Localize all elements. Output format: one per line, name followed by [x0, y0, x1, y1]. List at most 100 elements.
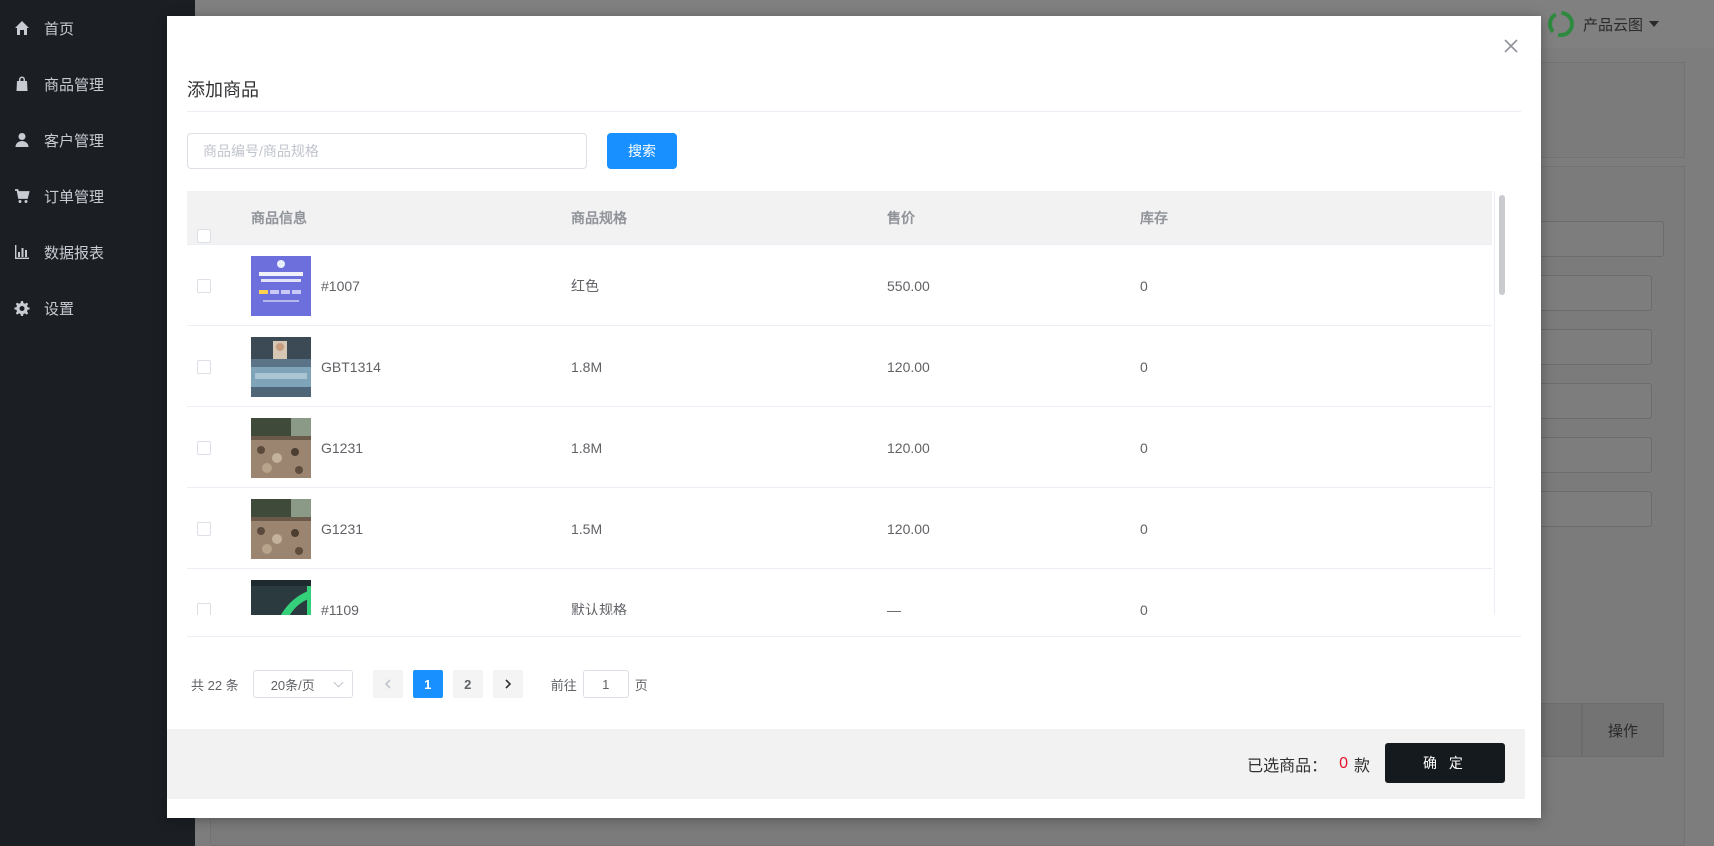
sidebar-item-orders[interactable]: 订单管理 [0, 168, 195, 224]
row-checkbox[interactable] [197, 569, 211, 615]
column-header-product-info[interactable]: 商品信息 [251, 191, 307, 245]
spec-cell: 1.8M [571, 439, 603, 456]
stock-cell: 0 [1140, 601, 1148, 616]
price-cell: 120.00 [887, 358, 930, 375]
price-cell: 120.00 [887, 439, 930, 456]
product-thumbnail[interactable] [251, 336, 311, 397]
column-header-spec[interactable]: 商品规格 [571, 191, 627, 245]
dialog-title: 添加商品 [187, 80, 259, 100]
user-menu[interactable]: 产品云图 [1547, 10, 1659, 38]
product-code: GBT1314 [321, 358, 381, 375]
sidebar: 首页 商品管理 客户管理 订单管理 数据报表 设置 [0, 0, 195, 846]
confirm-button[interactable]: 确 定 [1385, 743, 1505, 783]
search-input[interactable] [187, 133, 587, 169]
dialog-footer: 已选商品： 0 款 确 定 [167, 729, 1525, 799]
cart-icon [14, 188, 30, 204]
search-button[interactable]: 搜索 [607, 133, 677, 169]
chevron-down-icon [333, 677, 344, 687]
scrollbar-thumb[interactable] [1499, 195, 1505, 295]
row-checkbox[interactable] [197, 407, 211, 488]
table-row[interactable]: #1109 默认规格 — 0 [187, 569, 1492, 615]
bag-icon [14, 76, 30, 92]
product-table: 商品信息 商品规格 售价 库存 #1007 红色 550.00 0 GBT131… [187, 191, 1507, 615]
background-input [1532, 491, 1652, 527]
table-scrollbar[interactable] [1494, 191, 1507, 615]
sidebar-item-label: 订单管理 [44, 188, 105, 206]
product-thumbnail[interactable] [251, 498, 311, 559]
goto-suffix: 页 [634, 677, 648, 693]
prev-page-button[interactable] [372, 670, 403, 698]
select-all-checkbox[interactable] [197, 211, 211, 243]
product-thumbnail[interactable] [251, 255, 311, 316]
add-product-dialog: 添加商品 搜索 商品信息 商品规格 售价 库存 #1007 红色 [167, 16, 1541, 818]
table-row[interactable]: G1231 1.5M 120.00 0 [187, 488, 1492, 569]
goto-prefix: 前往 [550, 677, 577, 693]
stock-cell: 0 [1140, 439, 1148, 456]
column-header-stock[interactable]: 库存 [1140, 191, 1168, 245]
stock-cell: 0 [1140, 520, 1148, 537]
close-button[interactable] [1501, 36, 1521, 56]
background-input [1532, 437, 1652, 473]
price-cell: — [887, 601, 901, 616]
product-info-cell: #1109 [251, 569, 359, 615]
gear-icon [14, 300, 30, 316]
user-menu-label: 产品云图 [1582, 16, 1643, 34]
table-row[interactable]: #1007 红色 550.00 0 [187, 245, 1492, 326]
sidebar-item-label: 首页 [44, 20, 75, 38]
stock-cell: 0 [1140, 277, 1148, 294]
spec-cell: 1.5M [571, 520, 603, 537]
sidebar-item-customers[interactable]: 客户管理 [0, 112, 195, 168]
selected-summary: 已选商品： 0 款 [1247, 729, 1370, 799]
sidebar-item-label: 数据报表 [44, 244, 105, 262]
goto-page-input[interactable] [582, 670, 629, 698]
page-size-select[interactable]: 20条/页 [252, 670, 353, 698]
spec-cell: 1.8M [571, 358, 603, 375]
chevron-left-icon [384, 679, 391, 689]
sidebar-item-reports[interactable]: 数据报表 [0, 224, 195, 280]
background-input [1532, 383, 1652, 419]
column-header-price[interactable]: 售价 [887, 191, 915, 245]
selected-label: 已选商品： [1247, 758, 1328, 775]
sidebar-item-label: 客户管理 [44, 132, 105, 150]
table-body: #1007 红色 550.00 0 GBT1314 1.8M 120.00 0 [187, 245, 1492, 615]
spec-cell: 默认规格 [571, 601, 627, 616]
divider [187, 636, 1521, 637]
chart-icon [14, 244, 30, 260]
product-info-cell: GBT1314 [251, 326, 381, 407]
sidebar-item-home[interactable]: 首页 [0, 0, 195, 56]
goto-page: 前往 页 [551, 670, 648, 698]
table-header: 商品信息 商品规格 售价 库存 [187, 191, 1492, 245]
sidebar-item-label: 设置 [44, 300, 75, 318]
product-thumbnail[interactable] [251, 417, 311, 478]
background-input [1532, 329, 1652, 365]
pagination-total: 共 22 条 [191, 677, 239, 693]
page-button-1[interactable]: 1 [412, 670, 443, 698]
next-page-button[interactable] [492, 670, 523, 698]
background-input [1534, 221, 1664, 257]
close-icon [1504, 39, 1518, 53]
product-thumbnail[interactable] [251, 579, 311, 615]
product-info-cell: #1007 [251, 245, 360, 326]
row-checkbox[interactable] [197, 326, 211, 407]
sidebar-item-products[interactable]: 商品管理 [0, 56, 195, 112]
page-size-value: 20条/页 [270, 677, 315, 693]
product-code: G1231 [321, 439, 364, 456]
home-icon [14, 20, 30, 36]
spec-cell: 红色 [571, 277, 599, 294]
product-info-cell: G1231 [251, 407, 363, 488]
row-checkbox[interactable] [197, 245, 211, 326]
page-button-2[interactable]: 2 [452, 670, 483, 698]
chevron-right-icon [505, 679, 511, 689]
background-table-header-action: 操作 [1582, 703, 1664, 757]
table-row[interactable]: GBT1314 1.8M 120.00 0 [187, 326, 1492, 407]
caret-down-icon [1649, 21, 1659, 27]
background-input [1532, 275, 1652, 311]
table-row[interactable]: G1231 1.8M 120.00 0 [187, 407, 1492, 488]
product-code: #1109 [321, 601, 359, 616]
product-code: G1231 [321, 520, 364, 537]
product-info-cell: G1231 [251, 488, 363, 569]
divider [187, 111, 1521, 112]
pagination: 共 22 条 20条/页 1 2 前往 页 [191, 669, 648, 699]
row-checkbox[interactable] [197, 488, 211, 569]
sidebar-item-settings[interactable]: 设置 [0, 280, 195, 336]
